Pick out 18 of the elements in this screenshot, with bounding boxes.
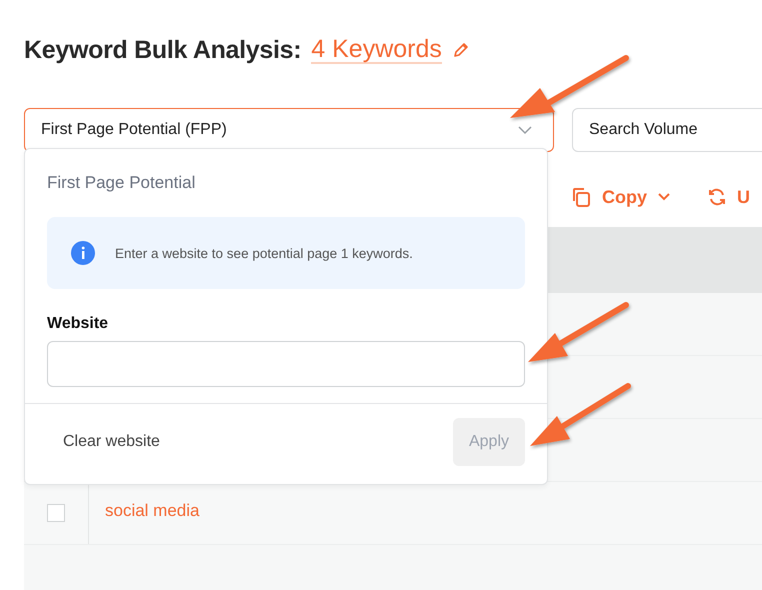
row-checkbox[interactable] <box>47 504 65 522</box>
copy-button[interactable]: Copy <box>570 182 671 212</box>
pencil-icon[interactable] <box>452 41 470 59</box>
refresh-icon <box>707 187 727 207</box>
copy-icon <box>570 186 592 208</box>
website-field[interactable] <box>47 341 525 387</box>
keywords-link[interactable]: 4 Keywords <box>311 36 442 64</box>
refresh-button[interactable]: U <box>707 182 750 212</box>
keyword-link[interactable]: social media <box>105 501 200 525</box>
page-title: Keyword Bulk Analysis: <box>24 36 302 64</box>
chevron-icon <box>657 192 671 202</box>
chevron-icon <box>517 125 533 135</box>
dropdown-select[interactable]: Search Volume <box>572 108 762 152</box>
info-message: Enter a website to see potential page 1 keywords. <box>115 246 413 260</box>
clear-button[interactable]: Clear website <box>47 418 176 466</box>
field-label: Website <box>47 315 110 333</box>
info-icon <box>71 241 95 265</box>
panel-heading: First Page Potential <box>47 173 196 193</box>
